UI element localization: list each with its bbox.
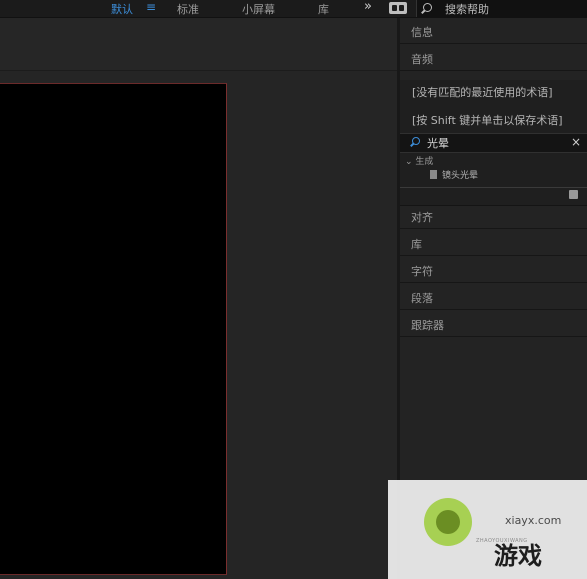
workspace-library-tab[interactable]: 库 <box>318 1 329 17</box>
effect-icon <box>430 170 437 179</box>
more-workspaces-icon[interactable]: » <box>364 0 372 14</box>
effect-item-lens-flare[interactable]: 镜头光晕 <box>430 168 479 181</box>
search-help-placeholder: 搜索帮助 <box>445 3 489 16</box>
align-panel-label: 对齐 <box>411 211 433 224</box>
effects-search-field[interactable]: × <box>400 133 587 153</box>
workspace-standard-tab[interactable]: 标准 <box>177 1 199 17</box>
workspace-menu-icon[interactable]: ≡ <box>146 0 156 14</box>
library-panel-tab[interactable]: 库 <box>400 230 587 256</box>
info-panel-label: 信息 <box>411 26 433 39</box>
new-preset-icon[interactable] <box>569 190 578 199</box>
character-panel-label: 字符 <box>411 265 433 278</box>
composition-panel-header <box>0 18 397 71</box>
tracker-panel-label: 跟踪器 <box>411 319 444 332</box>
divider <box>400 187 587 188</box>
effects-presets-panel: [没有匹配的最近使用的术语] [按 Shift 键并单击以保存术语] × ⌄ 生… <box>400 80 587 206</box>
shift-click-hint-text: [按 Shift 键并单击以保存术语] <box>412 114 563 127</box>
paragraph-panel-label: 段落 <box>411 292 433 305</box>
workspace-default-tab[interactable]: 默认 <box>111 1 133 17</box>
effect-item-label: 镜头光晕 <box>442 171 479 181</box>
no-recent-terms-text: [没有匹配的最近使用的术语] <box>412 86 553 99</box>
tracker-panel-tab[interactable]: 跟踪器 <box>400 311 587 337</box>
watermark: xiayx.com ZHAOYOUXIWANG 游戏 <box>388 480 587 579</box>
composition-canvas[interactable] <box>0 83 227 575</box>
watermark-url: xiayx.com <box>505 514 562 527</box>
align-panel-tab[interactable]: 对齐 <box>400 203 587 229</box>
audio-panel-label: 音频 <box>411 53 433 66</box>
watermark-logo-mark <box>436 510 460 534</box>
watermark-title: 游戏 <box>494 541 542 570</box>
audio-panel-tab[interactable]: 音频 <box>400 45 587 71</box>
search-icon <box>412 137 420 145</box>
paragraph-panel-tab[interactable]: 段落 <box>400 284 587 310</box>
info-panel-tab[interactable]: 信息 <box>400 18 587 44</box>
search-icon <box>423 3 432 12</box>
sync-settings-icon[interactable] <box>389 2 407 14</box>
effects-category-generate[interactable]: ⌄ 生成 <box>405 154 433 167</box>
character-panel-tab[interactable]: 字符 <box>400 257 587 283</box>
library-panel-label: 库 <box>411 238 422 251</box>
effects-search-input[interactable] <box>427 134 557 152</box>
workspace-small-screen-tab[interactable]: 小屏幕 <box>242 1 275 17</box>
clear-search-icon[interactable]: × <box>571 135 581 149</box>
search-help-field[interactable]: 搜索帮助 <box>416 0 587 17</box>
workspace-bar: 默认 ≡ 标准 小屏幕 库 » 搜索帮助 <box>0 0 587 18</box>
